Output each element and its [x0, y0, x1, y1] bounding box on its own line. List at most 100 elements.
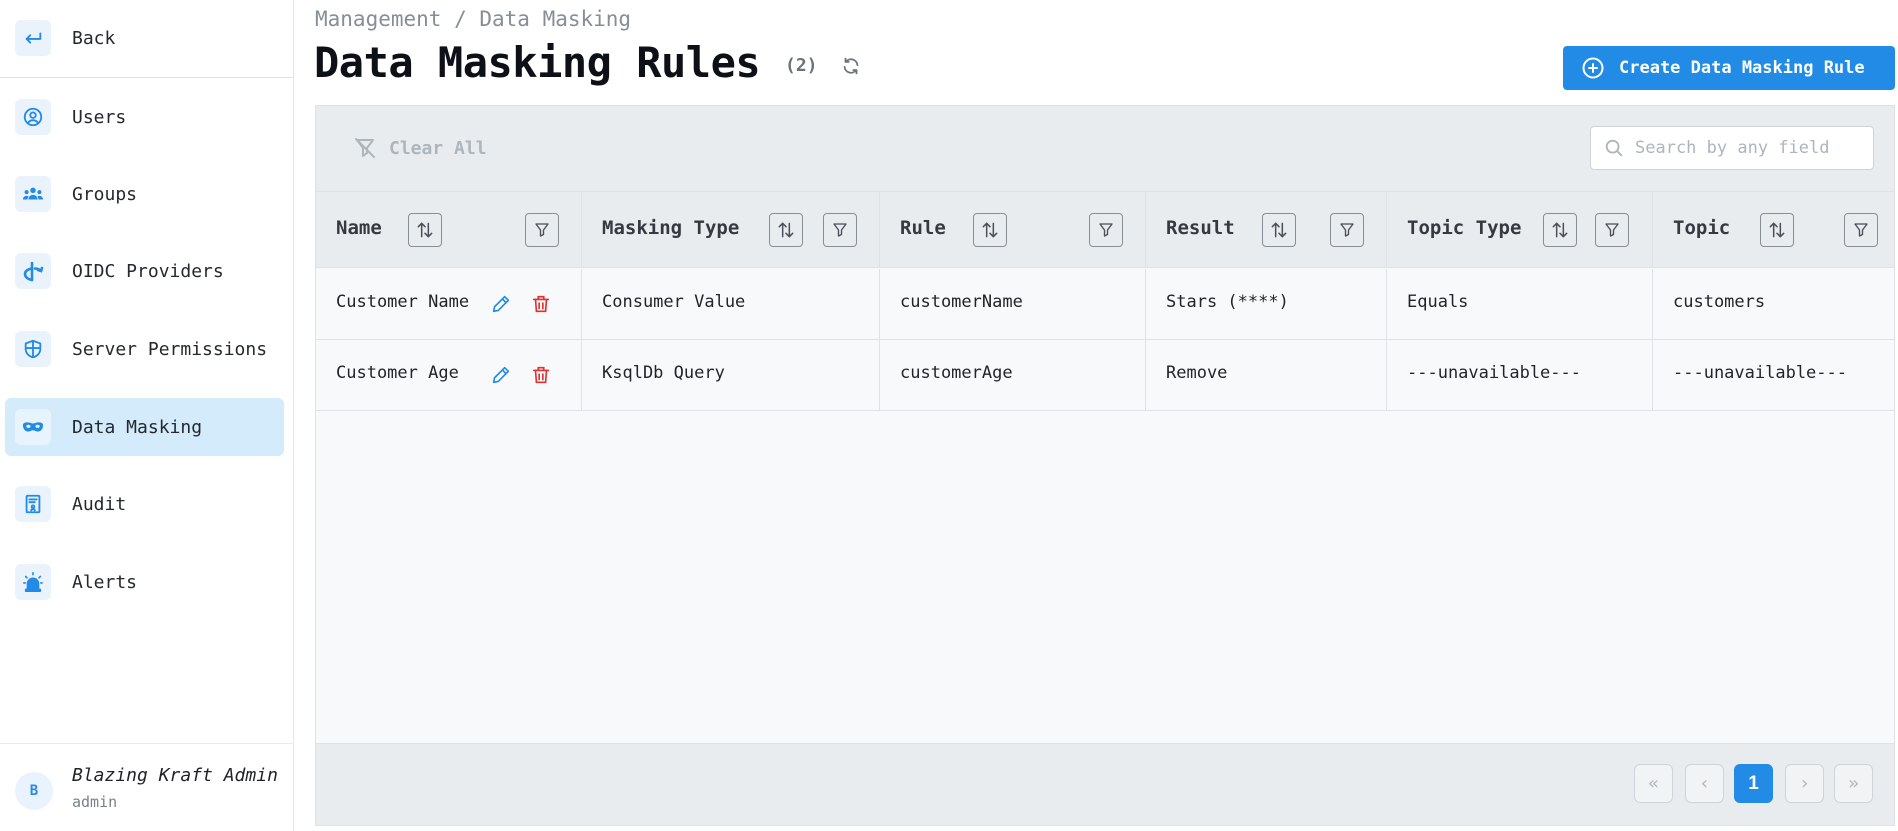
filter-icon[interactable] — [1844, 213, 1878, 247]
sidebar-item-groups[interactable]: Groups — [5, 165, 284, 223]
siren-icon — [15, 564, 51, 600]
sidebar-item-oidc-providers[interactable]: OIDC Providers — [5, 242, 284, 300]
column-header-name: Name — [316, 192, 582, 268]
cell-topic-type: Equals — [1387, 269, 1653, 339]
back-label: Back — [72, 27, 116, 49]
breadcrumb: Management / Data Masking — [315, 7, 632, 31]
sidebar-item-label: OIDC Providers — [72, 260, 224, 282]
filter-icon[interactable] — [1089, 213, 1123, 247]
cell-topic-type: ---unavailable--- — [1387, 340, 1653, 410]
user-role: admin — [72, 793, 118, 811]
column-header-rule: Rule — [880, 192, 1146, 268]
sort-icon[interactable] — [408, 213, 442, 247]
cell-topic: customers — [1653, 269, 1894, 339]
refresh-icon[interactable] — [840, 55, 864, 79]
sort-icon[interactable] — [1262, 213, 1296, 247]
users-group-icon — [15, 176, 51, 212]
sort-icon[interactable] — [973, 213, 1007, 247]
sidebar-item-label: Alerts — [72, 571, 138, 593]
cell-value: customerName — [900, 292, 1023, 312]
sidebar-item-users[interactable]: Users — [5, 88, 284, 146]
first-page-button[interactable]: « — [1634, 764, 1673, 803]
delete-trash-icon[interactable] — [528, 291, 554, 317]
column-label: Masking Type — [602, 217, 740, 239]
cell-value: customerAge — [900, 363, 1013, 383]
user-circle-icon — [15, 99, 51, 135]
prev-page-button[interactable]: ‹ — [1685, 764, 1724, 803]
cell-name: Customer Age — [316, 340, 582, 410]
create-data-masking-rule-button[interactable]: Create Data Masking Rule — [1563, 46, 1895, 90]
divider — [0, 743, 294, 744]
edit-pencil-icon[interactable] — [488, 362, 514, 388]
cell-result: Remove — [1146, 340, 1387, 410]
sort-icon[interactable] — [1760, 213, 1794, 247]
next-page-button[interactable]: › — [1785, 764, 1824, 803]
cell-value: ---unavailable--- — [1673, 363, 1847, 383]
table-row: Customer Age KsqlDb Query customerAge Re… — [316, 340, 1894, 411]
audit-report-icon — [15, 486, 51, 522]
plus-circle-icon — [1581, 56, 1605, 80]
rules-table-panel: Clear All Name Masking Type Rule Result — [315, 105, 1895, 826]
column-label: Topic — [1673, 217, 1731, 239]
cell-value: Customer Age — [336, 363, 459, 383]
cell-masking-type: Consumer Value — [582, 269, 880, 339]
cell-value: Remove — [1166, 363, 1228, 383]
filter-icon[interactable] — [525, 213, 559, 247]
user-name: Blazing Kraft Admin — [72, 765, 278, 786]
sidebar-item-label: Users — [72, 106, 127, 128]
search-icon — [1605, 139, 1623, 157]
column-label: Rule — [900, 217, 946, 239]
page-1-button[interactable]: 1 — [1734, 764, 1773, 803]
column-header-masking-type: Masking Type — [582, 192, 880, 268]
cell-value: Equals — [1407, 292, 1469, 312]
cell-result: Stars (****) — [1146, 269, 1387, 339]
cell-masking-type: KsqlDb Query — [582, 340, 880, 410]
sidebar-item-label: Audit — [72, 493, 127, 515]
oidc-icon — [15, 253, 51, 289]
cell-value: Consumer Value — [602, 292, 746, 312]
cell-name: Customer Name — [316, 269, 582, 339]
sidebar-item-data-masking[interactable]: Data Masking — [5, 398, 284, 456]
cell-rule: customerName — [880, 269, 1146, 339]
sidebar: Back Users Groups OIDC Providers Server … — [0, 0, 294, 831]
column-label: Name — [336, 217, 382, 239]
sidebar-item-audit[interactable]: Audit — [5, 475, 284, 533]
filter-off-icon — [355, 138, 375, 158]
shield-icon — [15, 331, 51, 367]
arrow-back-icon — [15, 20, 51, 56]
cell-value: customers — [1673, 292, 1766, 312]
delete-trash-icon[interactable] — [528, 362, 554, 388]
clear-all-label: Clear All — [389, 137, 487, 159]
cell-value: ---unavailable--- — [1407, 363, 1581, 383]
cell-topic: ---unavailable--- — [1653, 340, 1894, 410]
pagination-bar: « ‹ 1 › » — [316, 743, 1894, 825]
rules-count: (2) — [785, 55, 818, 76]
filter-icon[interactable] — [1330, 213, 1364, 247]
sidebar-item-label: Server Permissions — [72, 338, 268, 360]
column-header-topic: Topic — [1653, 192, 1894, 268]
cell-value: Customer Name — [336, 292, 470, 312]
table-row: Customer Name Consumer Value customerNam… — [316, 269, 1894, 340]
table-toolbar: Clear All — [316, 106, 1894, 192]
sort-icon[interactable] — [769, 213, 803, 247]
sort-icon[interactable] — [1543, 213, 1577, 247]
back-button[interactable]: Back — [5, 9, 284, 67]
filter-icon[interactable] — [823, 213, 857, 247]
page-title: Data Masking Rules — [314, 38, 761, 87]
search-input[interactable] — [1635, 138, 1855, 158]
edit-pencil-icon[interactable] — [488, 291, 514, 317]
column-label: Result — [1166, 217, 1235, 239]
clear-all-filters-button[interactable]: Clear All — [353, 136, 487, 160]
table-header: Name Masking Type Rule Result Topic Type… — [316, 192, 1894, 268]
column-header-result: Result — [1146, 192, 1387, 268]
avatar[interactable]: B — [15, 772, 53, 810]
last-page-button[interactable]: » — [1834, 764, 1873, 803]
create-button-label: Create Data Masking Rule — [1619, 58, 1865, 78]
cell-rule: customerAge — [880, 340, 1146, 410]
sidebar-item-server-permissions[interactable]: Server Permissions — [5, 320, 284, 378]
sidebar-item-label: Groups — [72, 183, 138, 205]
divider — [0, 77, 294, 78]
filter-icon[interactable] — [1595, 213, 1629, 247]
search-box — [1590, 126, 1874, 170]
sidebar-item-alerts[interactable]: Alerts — [5, 553, 284, 611]
